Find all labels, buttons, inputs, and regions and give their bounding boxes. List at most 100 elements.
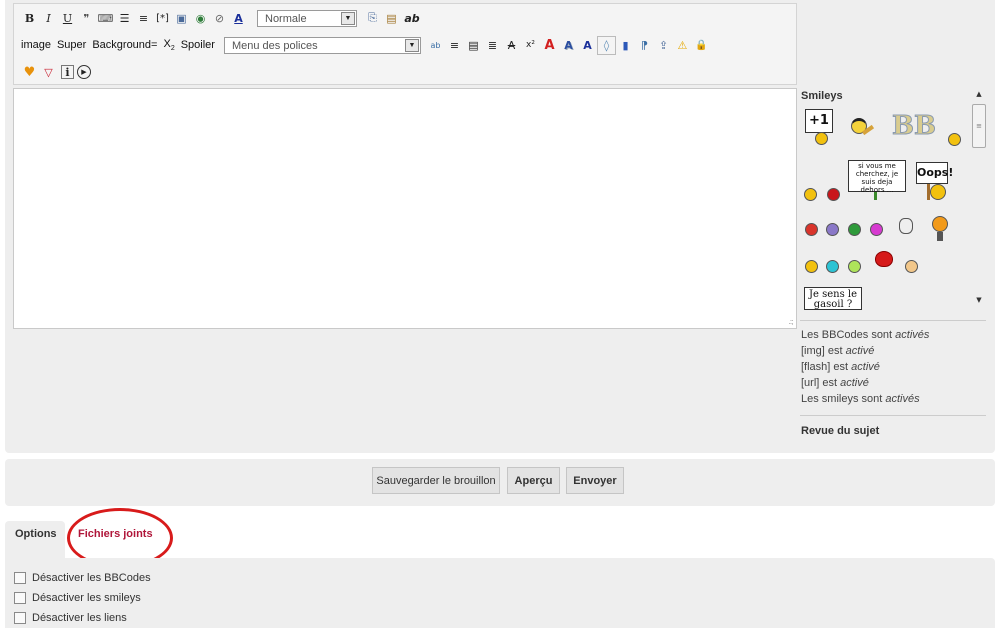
list-icon[interactable]: ☰ bbox=[115, 9, 134, 28]
glow-a-icon[interactable]: A bbox=[578, 36, 597, 55]
gradient-icon[interactable]: ▮ bbox=[616, 36, 635, 55]
divider bbox=[800, 415, 986, 416]
flash-status-value: activé bbox=[851, 361, 880, 373]
strike-icon[interactable]: A bbox=[502, 36, 521, 55]
tab-options[interactable]: Options bbox=[15, 528, 57, 540]
italic-button[interactable]: I bbox=[39, 9, 58, 28]
chevron-down-icon: ▼ bbox=[341, 11, 355, 25]
smiley-gasoil-sign[interactable]: Je sens le gasoil ? bbox=[804, 287, 862, 310]
code-icon[interactable]: ⌨ bbox=[96, 9, 115, 28]
smiley-oops-face bbox=[930, 184, 946, 200]
disable-bbcodes-checkbox[interactable] bbox=[14, 572, 26, 584]
font-size-value: Normale bbox=[265, 12, 307, 25]
drop-icon[interactable]: ◊ bbox=[596, 35, 616, 55]
super-text-button[interactable]: Super bbox=[56, 39, 91, 51]
smiley-sleepy[interactable] bbox=[826, 223, 839, 236]
image-icon[interactable]: ▣ bbox=[172, 9, 191, 28]
disable-links-label: Désactiver les liens bbox=[32, 612, 127, 624]
flash-status-label: [flash] est bbox=[801, 361, 852, 373]
info-icon[interactable]: i bbox=[61, 65, 74, 79]
smileys-scrollbar[interactable]: ▲ ≡ ▼ bbox=[971, 90, 987, 308]
smiley-outside-sign[interactable]: si vous me cherchez, je suis deja dehors… bbox=[848, 160, 906, 194]
smiley-cheer[interactable] bbox=[932, 216, 948, 232]
submit-panel bbox=[5, 459, 995, 506]
list-item-button[interactable]: [*] bbox=[153, 9, 172, 28]
background-text-button[interactable]: Background= bbox=[91, 39, 162, 51]
quote-icon[interactable]: ❞ bbox=[77, 9, 96, 28]
bold-button[interactable]: B bbox=[20, 9, 39, 28]
save-draft-button[interactable]: Sauvegarder le brouillon bbox=[372, 467, 500, 494]
smiley-plus-one-face bbox=[815, 132, 828, 145]
message-textarea[interactable]: .:; bbox=[13, 88, 797, 329]
smiley-bb-logo[interactable]: BB bbox=[892, 110, 937, 142]
smiley-gasoil-label: Je sens le gasoil ? bbox=[808, 289, 858, 310]
smileys-status: Les smileys sont activés bbox=[801, 393, 920, 405]
upload-icon[interactable]: ⇪ bbox=[654, 36, 673, 55]
options-panel bbox=[5, 558, 995, 628]
lock-icon[interactable]: 🔒 bbox=[692, 36, 711, 55]
superscript-icon[interactable]: x² bbox=[521, 36, 540, 55]
play-icon[interactable]: ▶ bbox=[77, 65, 91, 79]
send-button[interactable]: Envoyer bbox=[566, 467, 624, 494]
ab-icon[interactable]: ab bbox=[401, 9, 423, 28]
flash-icon[interactable]: ⊘ bbox=[210, 9, 229, 28]
smiley-oops-stick bbox=[927, 184, 930, 200]
smiley-cool[interactable] bbox=[848, 260, 861, 273]
disable-bbcodes-label: Désactiver les BBCodes bbox=[32, 572, 151, 584]
url-status-value: activé bbox=[840, 377, 869, 389]
underline-button[interactable]: U bbox=[58, 9, 77, 28]
link-icon[interactable]: ◉ bbox=[191, 9, 210, 28]
copy-icon[interactable]: ⎘ bbox=[363, 9, 382, 28]
numbered-list-icon[interactable]: ≡ bbox=[134, 9, 153, 28]
paste-icon[interactable]: ▤ bbox=[382, 9, 401, 28]
smiley-angry[interactable] bbox=[805, 223, 818, 236]
warning-icon[interactable]: ⚠ bbox=[673, 36, 692, 55]
disable-links-checkbox[interactable] bbox=[14, 612, 26, 624]
smiley-smile-small[interactable] bbox=[948, 133, 961, 146]
topic-review-link[interactable]: Revue du sujet bbox=[801, 425, 879, 437]
spellcheck-icon[interactable]: ab bbox=[426, 36, 445, 55]
chevron-down-icon: ▼ bbox=[404, 38, 419, 52]
smiley-cheer-body bbox=[937, 232, 943, 241]
smiley-grin[interactable] bbox=[805, 260, 818, 273]
disable-smileys-checkbox[interactable] bbox=[14, 592, 26, 604]
smiley-worried[interactable] bbox=[905, 260, 918, 273]
subscript-button[interactable]: X2 bbox=[162, 38, 179, 52]
font-size-select[interactable]: Normale ▼ bbox=[257, 9, 357, 27]
smiley-oops-sign[interactable]: Oops! bbox=[916, 162, 953, 184]
url-status-label: [url] est bbox=[801, 377, 841, 389]
shadow-a-icon[interactable]: A bbox=[559, 36, 578, 55]
font-color-icon[interactable]: A bbox=[229, 9, 248, 28]
align-justify-icon[interactable]: ▤ bbox=[464, 36, 483, 55]
align-right-icon[interactable]: ≣ bbox=[483, 36, 502, 55]
scroll-up-icon[interactable]: ▲ bbox=[971, 90, 987, 102]
love-icon[interactable]: ♥ bbox=[20, 63, 39, 82]
smiley-plus-one[interactable]: +1 bbox=[805, 109, 833, 133]
smiley-pink[interactable] bbox=[870, 223, 883, 236]
smiley-laugh[interactable] bbox=[804, 188, 817, 201]
smiley-green[interactable] bbox=[848, 223, 861, 236]
spoiler-button[interactable]: Spoiler bbox=[180, 39, 220, 51]
align-center-icon[interactable]: ≡ bbox=[445, 36, 464, 55]
smileys-status-value: activés bbox=[885, 393, 920, 405]
flash-status: [flash] est activé bbox=[801, 361, 880, 373]
smiley-cyan[interactable] bbox=[826, 260, 839, 273]
smiley-skull[interactable] bbox=[899, 218, 913, 234]
image-text-button[interactable]: image bbox=[20, 39, 56, 51]
scroll-thumb[interactable]: ≡ bbox=[972, 104, 986, 148]
font-family-select[interactable]: Menu des polices ▼ bbox=[223, 36, 421, 54]
disable-links-option[interactable]: Désactiver les liens bbox=[14, 612, 127, 624]
resize-handle-icon[interactable]: .:; bbox=[788, 317, 794, 326]
smileys-status-label: Les smileys sont bbox=[801, 393, 886, 405]
disable-smileys-option[interactable]: Désactiver les smileys bbox=[14, 592, 141, 604]
preview-button[interactable]: Aperçu bbox=[507, 467, 560, 494]
red-a-icon[interactable]: A bbox=[540, 36, 559, 55]
direction-icon[interactable]: ⁋ bbox=[635, 36, 654, 55]
scroll-down-icon[interactable]: ▼ bbox=[971, 296, 987, 308]
smiley-red[interactable] bbox=[827, 188, 840, 201]
toolbar-row-3: ♥ ▽ i ▶ bbox=[20, 61, 91, 83]
funnel-icon[interactable]: ▽ bbox=[39, 63, 58, 82]
smiley-red-blob[interactable] bbox=[875, 251, 893, 267]
disable-bbcodes-option[interactable]: Désactiver les BBCodes bbox=[14, 572, 151, 584]
font-family-value: Menu des polices bbox=[231, 39, 318, 52]
